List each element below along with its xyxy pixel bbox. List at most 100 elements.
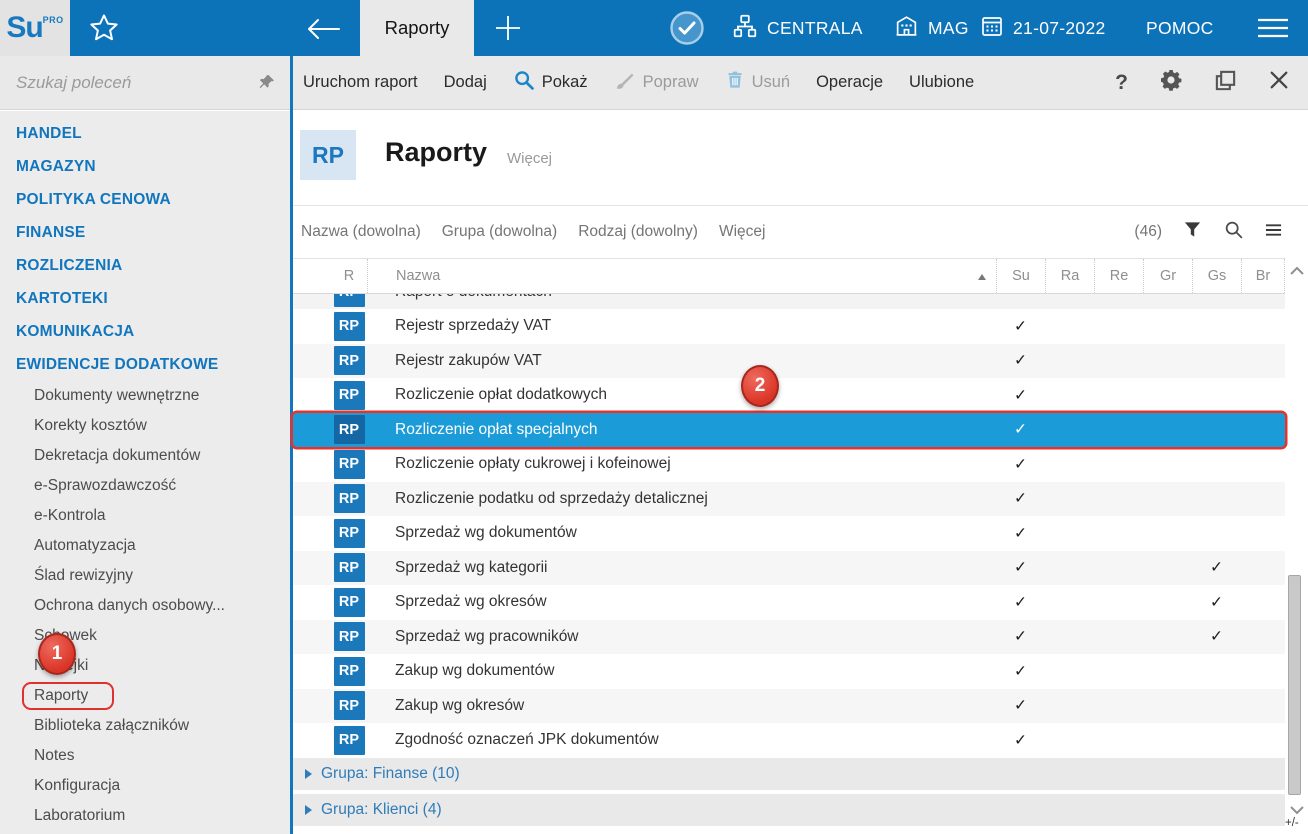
sidebar-item-dokumenty-wewn-trzne[interactable]: Dokumenty wewnętrzne: [0, 381, 290, 411]
sidebar-item-laboratorium[interactable]: Laboratorium: [0, 801, 290, 831]
warehouse-selector[interactable]: MAG: [894, 0, 969, 56]
zoom-plus-minus-label[interactable]: +/-: [1285, 817, 1299, 829]
cascade-windows-icon[interactable]: [1214, 69, 1237, 97]
sidebar-item-handel[interactable]: HANDEL: [0, 117, 290, 150]
favorites-label: Ulubione: [909, 73, 974, 92]
sidebar-item-magazyn[interactable]: MAGAZYN: [0, 150, 290, 183]
delete-button: Usuń: [725, 70, 791, 95]
cell-su: ✓: [996, 317, 1045, 336]
calendar-icon: [980, 14, 1004, 43]
table-row[interactable]: RPRejestr zakupów VAT✓: [293, 344, 1285, 379]
record-count: (46): [1134, 223, 1162, 241]
cell-su: ✓: [996, 731, 1045, 750]
status-check-circle-icon[interactable]: [668, 9, 706, 47]
sidebar-item-korekty-koszt-w[interactable]: Korekty kosztów: [0, 411, 290, 441]
table-row[interactable]: RPRozliczenie opłaty cukrowej i kofeinow…: [293, 447, 1285, 482]
filter-name[interactable]: Nazwa (dowolna): [301, 223, 421, 241]
search-input[interactable]: [0, 73, 257, 93]
run-report-button[interactable]: Uruchom raport: [303, 73, 418, 92]
table-row[interactable]: RPSprzedaż wg pracowników✓✓: [293, 620, 1285, 655]
column-header-gr[interactable]: Gr: [1143, 259, 1192, 293]
filter-group[interactable]: Grupa (dowolna): [442, 223, 557, 241]
sidebar-item-biblioteka-za-cznik-w[interactable]: Biblioteka załączników: [0, 711, 290, 741]
table-row[interactable]: RPSprzedaż wg kategorii✓✓: [293, 551, 1285, 586]
sidebar-item-ochrona-danych-osobowy[interactable]: Ochrona danych osobowy...: [0, 591, 290, 621]
sidebar-item-lad-rewizyjny[interactable]: Ślad rewizyjny: [0, 561, 290, 591]
help-menu[interactable]: POMOC: [1146, 0, 1214, 56]
sidebar-item-dekretacja-dokument-w[interactable]: Dekretacja dokumentów: [0, 441, 290, 471]
report-name: Rozliczenie opłat dodatkowych: [367, 386, 996, 404]
column-header-br[interactable]: Br: [1241, 259, 1285, 293]
sidebar-item-komunikacja[interactable]: KOMUNIKACJA: [0, 315, 290, 348]
edit-button: Popraw: [614, 69, 699, 96]
table-row[interactable]: RPRejestr sprzedaży VAT✓: [293, 309, 1285, 344]
scroll-up-icon[interactable]: [1290, 262, 1304, 280]
sidebar-item-rozliczenia[interactable]: ROZLICZENIA: [0, 249, 290, 282]
table-row[interactable]: RPZakup wg dokumentów✓: [293, 654, 1285, 689]
filter-type[interactable]: Rodzaj (dowolny): [578, 223, 698, 241]
sidebar-item-finanse[interactable]: FINANSE: [0, 216, 290, 249]
date-selector[interactable]: 21-07-2022: [980, 0, 1106, 56]
help-icon[interactable]: ?: [1115, 71, 1128, 95]
sidebar-item-konfiguracja[interactable]: Konfiguracja: [0, 771, 290, 801]
table-row[interactable]: RPSprzedaż wg dokumentów✓: [293, 516, 1285, 551]
sidebar-item-e-kontrola[interactable]: e-Kontrola: [0, 501, 290, 531]
report-type-badge: RP: [334, 553, 365, 582]
column-header-nazwa-label: Nazwa: [396, 268, 440, 284]
sidebar-item-polityka-cenowa[interactable]: POLITYKA CENOWA: [0, 183, 290, 216]
search-list-icon[interactable]: [1223, 219, 1244, 245]
sidebar-item-automatyzacja[interactable]: Automatyzacja: [0, 531, 290, 561]
table-row-partial[interactable]: RP Raport o dokumentach: [293, 294, 1285, 309]
expand-triangle-icon: [305, 805, 312, 815]
group-label: Grupa: Finanse (10): [321, 765, 460, 783]
gear-icon[interactable]: [1159, 68, 1183, 97]
favorites-button[interactable]: Ulubione: [909, 73, 974, 92]
cell-su: ✓: [996, 627, 1045, 646]
back-arrow-icon[interactable]: [304, 17, 342, 41]
table-row[interactable]: RPRozliczenie podatku od sprzedaży detal…: [293, 482, 1285, 517]
column-header-gs[interactable]: Gs: [1192, 259, 1241, 293]
tab-raporty[interactable]: Raporty: [360, 0, 474, 56]
sidebar-item-ewidencje-dodatkowe[interactable]: EWIDENCJE DODATKOWE: [0, 348, 290, 381]
report-type-badge: RP: [334, 622, 365, 651]
sidebar-item-e-sprawozdawczo[interactable]: e-Sprawozdawczość: [0, 471, 290, 501]
cell-su: ✓: [996, 489, 1045, 508]
funnel-filter-icon[interactable]: [1183, 220, 1202, 244]
table-row[interactable]: RPZgodność oznaczeń JPK dokumentów✓: [293, 723, 1285, 758]
close-icon[interactable]: [1268, 69, 1290, 96]
column-header-nazwa[interactable]: Nazwa: [367, 259, 996, 293]
column-header-ra[interactable]: Ra: [1045, 259, 1094, 293]
table-row[interactable]: RPSprzedaż wg okresów✓✓: [293, 585, 1285, 620]
top-bar: SuPRO Raporty CENTRALA MAG: [0, 0, 1308, 56]
report-type-badge: RP: [334, 588, 365, 617]
column-header-su[interactable]: Su: [996, 259, 1045, 293]
filter-more[interactable]: Więcej: [719, 223, 766, 241]
sidebar-item-notes[interactable]: Notes: [0, 741, 290, 771]
trash-icon: [725, 70, 745, 95]
vertical-scrollbar-thumb[interactable]: [1288, 575, 1301, 795]
list-options-icon[interactable]: [1265, 223, 1282, 242]
favorites-star-icon[interactable]: [88, 12, 120, 44]
annotation-step-2-badge: 2: [741, 365, 779, 407]
operations-button[interactable]: Operacje: [816, 73, 883, 92]
show-button[interactable]: Pokaż: [513, 69, 588, 96]
new-tab-plus-icon[interactable]: [494, 14, 522, 42]
table-row[interactable]: RPZakup wg okresów✓: [293, 689, 1285, 724]
table-row[interactable]: RPRozliczenie opłat specjalnych✓: [293, 413, 1285, 448]
company-selector[interactable]: CENTRALA: [732, 0, 863, 56]
toolbar: Uruchom raport Dodaj Pokaż Popraw Usuń O…: [293, 56, 1308, 110]
add-button[interactable]: Dodaj: [444, 73, 487, 92]
sidebar-item-kartoteki[interactable]: KARTOTEKI: [0, 282, 290, 315]
report-name: Zakup wg dokumentów: [367, 662, 996, 680]
hamburger-menu-icon[interactable]: [1256, 16, 1290, 40]
table-row[interactable]: RPRozliczenie opłat dodatkowych✓: [293, 378, 1285, 413]
sidebar-item-raporty[interactable]: Raporty: [0, 681, 290, 711]
column-header-r[interactable]: R: [331, 259, 367, 293]
group-row-finanse[interactable]: Grupa: Finanse (10): [293, 758, 1285, 790]
group-row-klienci[interactable]: Grupa: Klienci (4): [293, 794, 1285, 826]
page-more-link[interactable]: Więcej: [507, 150, 552, 167]
report-type-badge: RP: [334, 726, 365, 755]
column-header-re[interactable]: Re: [1094, 259, 1143, 293]
report-name: Zgodność oznaczeń JPK dokumentów: [367, 731, 996, 749]
pin-icon[interactable]: [257, 73, 276, 92]
